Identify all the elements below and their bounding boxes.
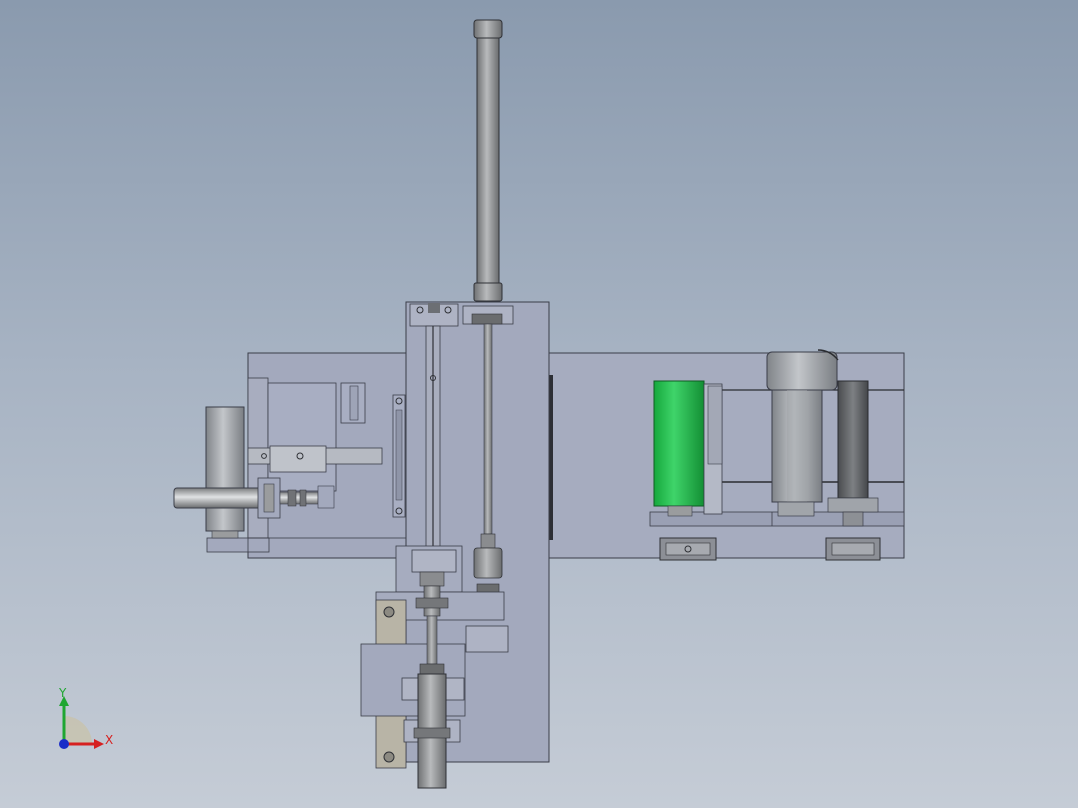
- cad-viewport[interactable]: Y X: [0, 0, 1078, 808]
- y-axis-label: Y: [58, 686, 67, 700]
- orientation-triad[interactable]: Y X: [52, 686, 122, 756]
- x-axis-arrow-icon: [94, 739, 104, 749]
- assembly-drawing[interactable]: [0, 0, 1078, 808]
- lower-shaft[interactable]: [413, 571, 451, 789]
- z-axis-icon: [59, 739, 69, 749]
- left-cylinder[interactable]: [205, 406, 245, 539]
- guide-block: [392, 394, 406, 518]
- x-axis-label: X: [105, 733, 113, 747]
